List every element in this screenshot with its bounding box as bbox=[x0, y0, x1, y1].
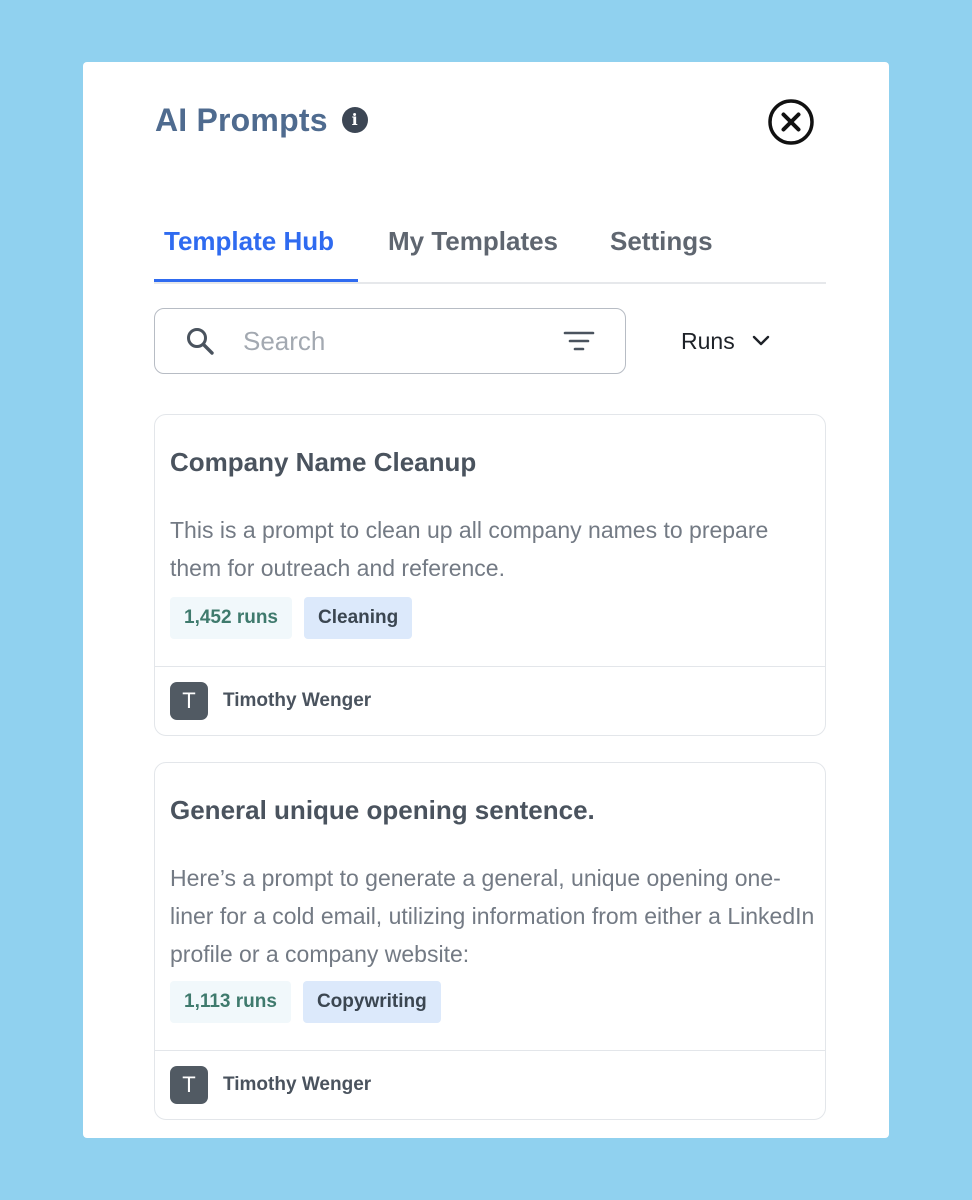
panel-title: AI Prompts bbox=[155, 101, 328, 138]
template-tags: 1,113 runs Copywriting bbox=[170, 981, 441, 1023]
tab-template-hub[interactable]: Template Hub bbox=[154, 202, 358, 282]
template-card[interactable]: Company Name Cleanup This is a prompt to… bbox=[154, 414, 826, 736]
sort-selected-value: Runs bbox=[681, 327, 735, 354]
category-tag[interactable]: Cleaning bbox=[304, 597, 413, 639]
template-title: Company Name Cleanup bbox=[170, 447, 477, 477]
template-description: This is a prompt to clean up all company… bbox=[170, 517, 769, 581]
runs-count-badge: 1,452 runs bbox=[170, 597, 292, 639]
template-footer: T Timothy Wenger bbox=[155, 1050, 825, 1119]
template-description: Here’s a prompt to generate a general, u… bbox=[170, 865, 815, 967]
category-tag[interactable]: Copywriting bbox=[302, 981, 441, 1023]
author-name: Timothy Wenger bbox=[223, 1074, 372, 1095]
avatar: T bbox=[170, 682, 208, 720]
panel-header: AI Prompts i bbox=[155, 96, 368, 144]
tab-bar: Template Hub My Templates Settings bbox=[154, 202, 826, 284]
runs-count-badge: 1,113 runs bbox=[170, 981, 291, 1023]
search-placeholder: Search bbox=[243, 325, 326, 356]
info-icon[interactable]: i bbox=[341, 107, 368, 133]
close-button[interactable] bbox=[767, 98, 815, 146]
template-tags: 1,452 runs Cleaning bbox=[170, 597, 413, 639]
tab-settings[interactable]: Settings bbox=[600, 202, 740, 280]
chevron-down-icon bbox=[752, 335, 769, 346]
template-footer: T Timothy Wenger bbox=[155, 666, 825, 735]
filter-icon[interactable] bbox=[563, 329, 595, 353]
author-name: Timothy Wenger bbox=[223, 690, 372, 711]
sort-dropdown[interactable]: Runs bbox=[681, 318, 771, 364]
avatar: T bbox=[170, 1066, 208, 1104]
tab-my-templates[interactable]: My Templates bbox=[378, 202, 586, 280]
search-input[interactable]: Search bbox=[154, 308, 626, 374]
search-icon bbox=[187, 328, 214, 355]
close-circle-icon bbox=[768, 99, 814, 145]
template-card[interactable]: General unique opening sentence. Here’s … bbox=[154, 762, 826, 1120]
ai-prompts-panel: AI Prompts i Template Hub My Templates S… bbox=[83, 62, 889, 1138]
template-title: General unique opening sentence. bbox=[170, 795, 595, 825]
